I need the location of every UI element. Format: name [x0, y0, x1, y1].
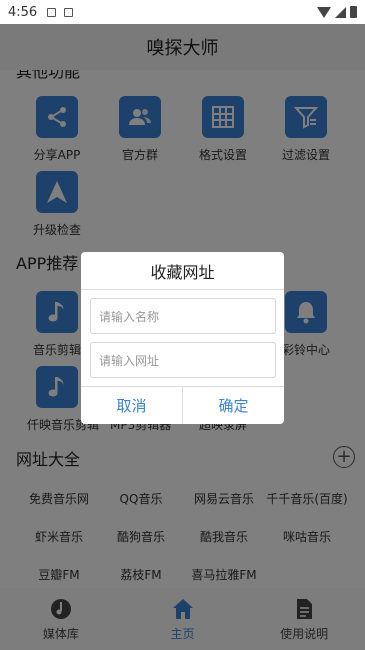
signal-icon: [335, 6, 346, 18]
confirm-button[interactable]: 确定: [182, 387, 284, 424]
cancel-button[interactable]: 取消: [81, 387, 182, 424]
wifi-icon: [317, 6, 331, 18]
status-time: 4:56: [8, 4, 38, 20]
url-input[interactable]: 请输入网址: [90, 342, 276, 378]
notification-icon: [64, 7, 74, 17]
notification-icon: [47, 7, 57, 17]
battery-icon: [350, 6, 357, 18]
dialog-buttons: 取消 确定: [81, 386, 284, 424]
status-bar: 4:56: [0, 0, 365, 24]
name-input[interactable]: 请输入名称: [90, 298, 276, 334]
dialog-title: 收藏网址: [81, 252, 284, 290]
bookmark-dialog: 收藏网址 请输入名称 请输入网址 取消 确定: [81, 252, 284, 424]
